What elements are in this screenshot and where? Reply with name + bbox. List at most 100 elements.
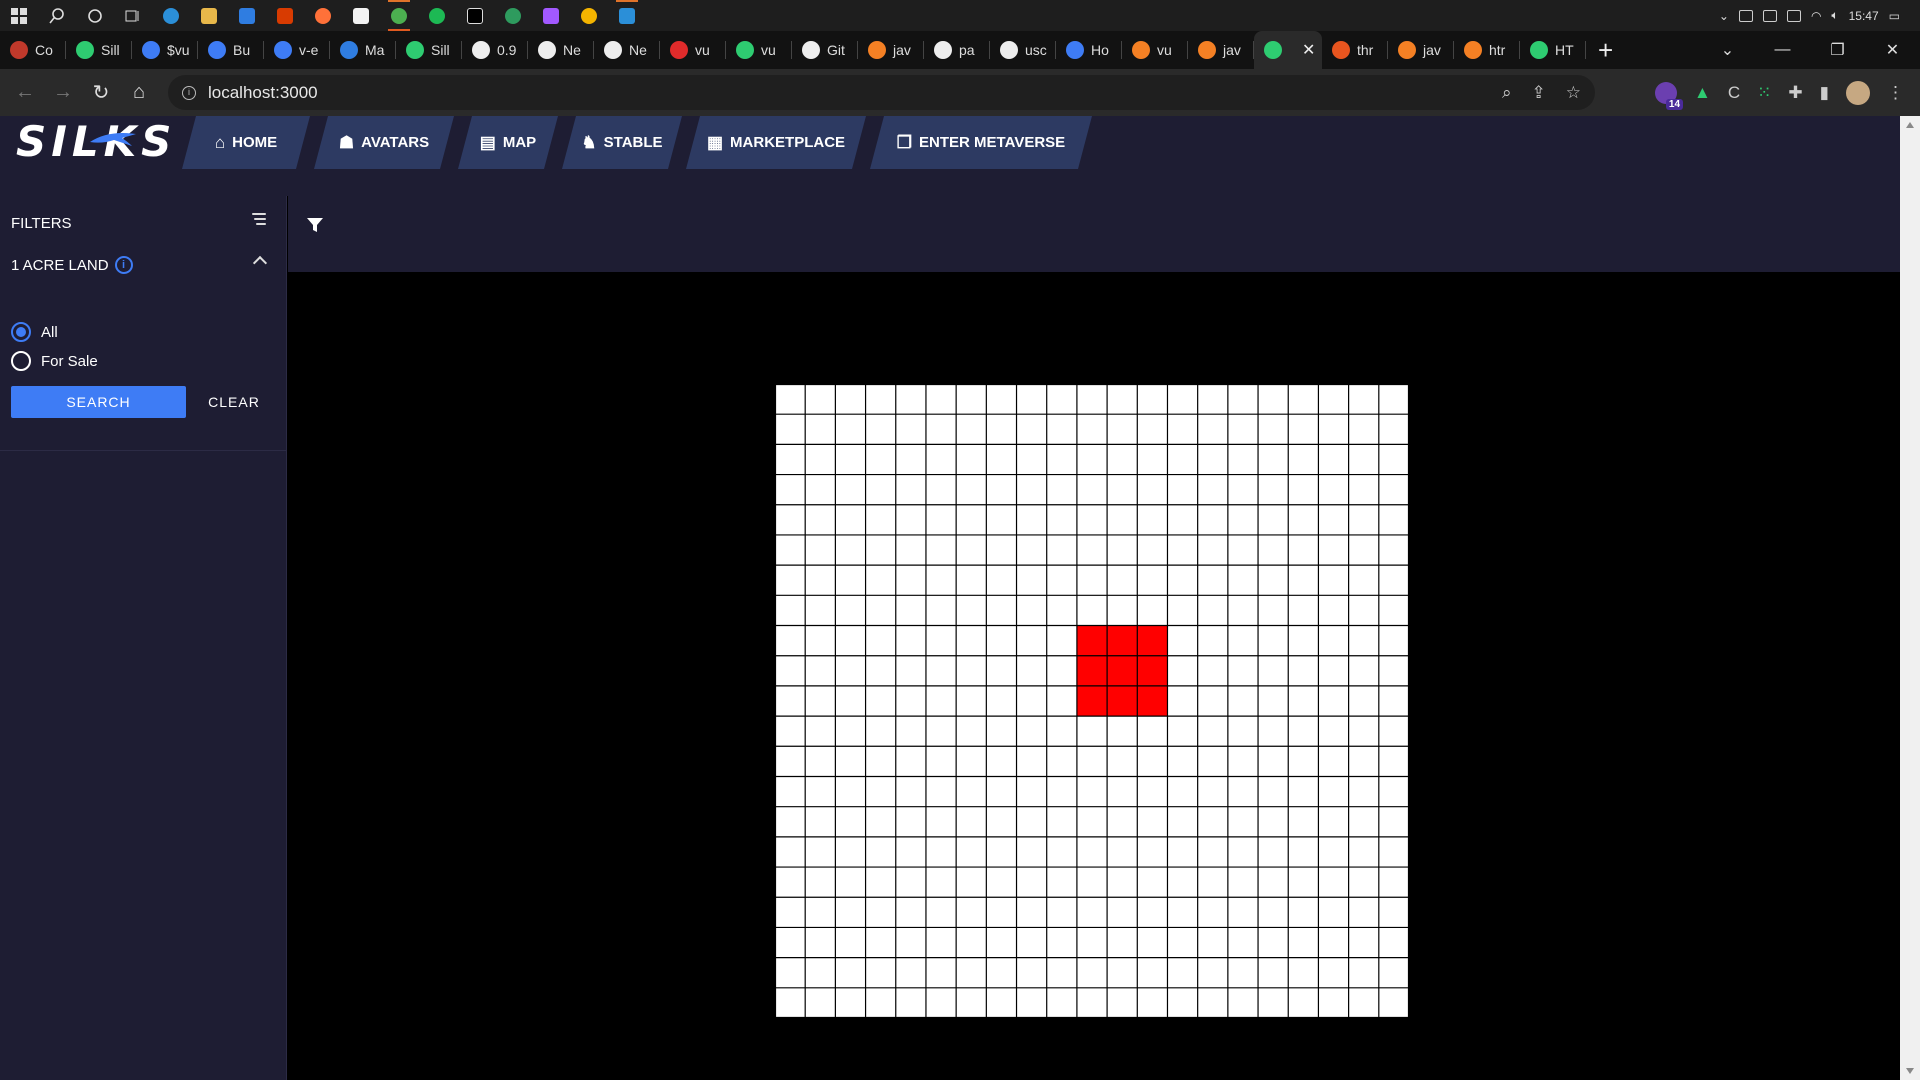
share-icon[interactable]: ⇪ (1532, 83, 1546, 103)
figma-icon[interactable] (532, 0, 570, 31)
scroll-up-icon[interactable] (1906, 122, 1914, 128)
extension-c-icon[interactable]: C (1728, 83, 1740, 103)
new-tab-icon[interactable]: + (1598, 35, 1613, 66)
file-explorer-icon[interactable] (190, 0, 228, 31)
browser-tab[interactable]: vu (726, 31, 792, 69)
browser-tab[interactable]: HT (1520, 31, 1586, 69)
office-icon[interactable] (266, 0, 304, 31)
close-window-icon[interactable]: ✕ (1865, 40, 1920, 60)
browser-tab[interactable]: Ma (330, 31, 396, 69)
clock[interactable]: 15:47 (1849, 9, 1879, 23)
selected-land-plot[interactable] (1076, 625, 1168, 717)
browser-tab[interactable]: Git (792, 31, 858, 69)
tab-title: jav (893, 42, 911, 58)
land-grid[interactable] (775, 384, 1409, 1018)
back-icon[interactable]: ← (6, 74, 44, 112)
browser-tab[interactable]: vu (660, 31, 726, 69)
land-grid-canvas[interactable] (775, 384, 1409, 1018)
browser-tab[interactable]: ✕ (1254, 31, 1322, 69)
search-icon[interactable] (38, 0, 76, 31)
radio-for-sale-indicator[interactable] (11, 351, 31, 371)
store-icon[interactable] (342, 0, 380, 31)
task-view-icon[interactable] (114, 0, 152, 31)
address-bar[interactable]: i localhost:3000 ⌕ ⇪ ☆ (168, 75, 1595, 110)
browser-tab[interactable]: jav (1188, 31, 1254, 69)
browser-tab[interactable]: htr (1454, 31, 1520, 69)
radio-for-sale[interactable]: For Sale (11, 351, 98, 371)
browser-tab[interactable]: 0.9 (462, 31, 528, 69)
browser-tab[interactable]: Ho (1056, 31, 1122, 69)
browser-tab[interactable]: usc (990, 31, 1056, 69)
cortana-icon[interactable] (76, 0, 114, 31)
browser-menu-icon[interactable]: ⋮ (1887, 83, 1904, 103)
wifi-icon[interactable]: ◠ (1811, 9, 1821, 23)
tab-search-icon[interactable]: ⌄ (1700, 40, 1755, 60)
search-button[interactable]: SEARCH (11, 386, 186, 418)
home-browser-icon[interactable]: ⌂ (120, 74, 158, 112)
site-info-icon[interactable]: i (182, 85, 196, 100)
start-icon[interactable] (0, 0, 38, 31)
minimize-icon[interactable]: — (1755, 41, 1810, 59)
radio-all[interactable]: All (11, 322, 58, 342)
browser-tab[interactable]: thr (1322, 31, 1388, 69)
chevron-up-icon[interactable] (252, 255, 268, 271)
nav-item-enter-metaverse[interactable]: ❐ ENTER METAVERSE (870, 116, 1092, 169)
vscode-icon[interactable] (608, 0, 646, 31)
forward-icon[interactable]: → (44, 74, 82, 112)
side-panel-icon[interactable]: ▮ (1820, 83, 1829, 103)
browser-tab[interactable]: jav (858, 31, 924, 69)
filter-funnel-icon[interactable] (306, 216, 324, 234)
onedrive-icon[interactable] (1738, 9, 1753, 22)
filters-collapse-icon[interactable] (248, 210, 266, 228)
nav-item-label: HOME (232, 134, 278, 151)
browser-tab[interactable]: Ne (594, 31, 660, 69)
browser-tab[interactable]: v-e (264, 31, 330, 69)
browser-tab[interactable]: Sill (396, 31, 462, 69)
mail-icon[interactable] (228, 0, 266, 31)
info-icon[interactable]: i (114, 256, 133, 274)
webstorm-icon[interactable] (456, 0, 494, 31)
nav-item-map[interactable]: ▤ MAP (458, 116, 558, 169)
bookmark-star-icon[interactable]: ☆ (1566, 83, 1581, 103)
nav-item-stable[interactable]: ♞ STABLE (562, 116, 682, 169)
zoom-icon[interactable]: ⌕ (1502, 83, 1512, 103)
volume-icon[interactable]: 🔈︎ (1831, 8, 1838, 23)
nav-item-home[interactable]: ⌂ HOME (182, 116, 310, 169)
tab-close-icon[interactable]: ✕ (1302, 40, 1315, 60)
edge-icon[interactable] (152, 0, 190, 31)
extension-frame-icon[interactable]: ⁙ (1757, 83, 1771, 103)
notifications-icon[interactable]: ▭ (1889, 9, 1900, 23)
page-scrollbar[interactable] (1900, 116, 1920, 1080)
profile-avatar[interactable] (1846, 80, 1870, 105)
chrome-dev-icon[interactable] (494, 0, 532, 31)
silks-logo[interactable]: SILKS (16, 116, 171, 166)
browser-tab[interactable]: Ne (528, 31, 594, 69)
chrome-canary-icon[interactable] (570, 0, 608, 31)
land-section-header[interactable]: 1 ACRE LAND i (11, 256, 133, 274)
spotify-icon[interactable] (418, 0, 456, 31)
chevron-up-icon[interactable]: ⌄ (1719, 9, 1729, 23)
firefox-icon[interactable] (304, 0, 342, 31)
radio-all-indicator[interactable] (11, 322, 31, 342)
browser-tab[interactable]: pa (924, 31, 990, 69)
tab-favicon-icon (1332, 41, 1350, 59)
browser-tab[interactable]: $vu (132, 31, 198, 69)
browser-tab[interactable]: Bu (198, 31, 264, 69)
clear-button[interactable]: CLEAR (198, 386, 270, 418)
browser-tab[interactable]: jav (1388, 31, 1454, 69)
reload-icon[interactable]: ↻ (82, 74, 120, 112)
vue-devtools-icon[interactable]: ▲ (1694, 83, 1711, 103)
tab-favicon-icon (1198, 41, 1216, 59)
browser-tab[interactable]: vu (1122, 31, 1188, 69)
restore-icon[interactable]: ❐ (1810, 40, 1865, 60)
nav-item-marketplace[interactable]: ▦ MARKETPLACE (686, 116, 866, 169)
browser-tab[interactable]: Co (0, 31, 66, 69)
chrome-taskbar-icon[interactable] (380, 0, 418, 31)
extensions-puzzle-icon[interactable]: ✚ (1788, 83, 1802, 103)
nav-item-avatars[interactable]: ☗ AVATARS (314, 116, 454, 169)
scroll-down-icon[interactable] (1906, 1068, 1914, 1074)
browser-tab[interactable]: Sill (66, 31, 132, 69)
extension-badge-icon[interactable]: 14 (1655, 81, 1684, 110)
battery-icon[interactable] (1786, 9, 1801, 22)
camera-icon[interactable] (1762, 9, 1777, 22)
